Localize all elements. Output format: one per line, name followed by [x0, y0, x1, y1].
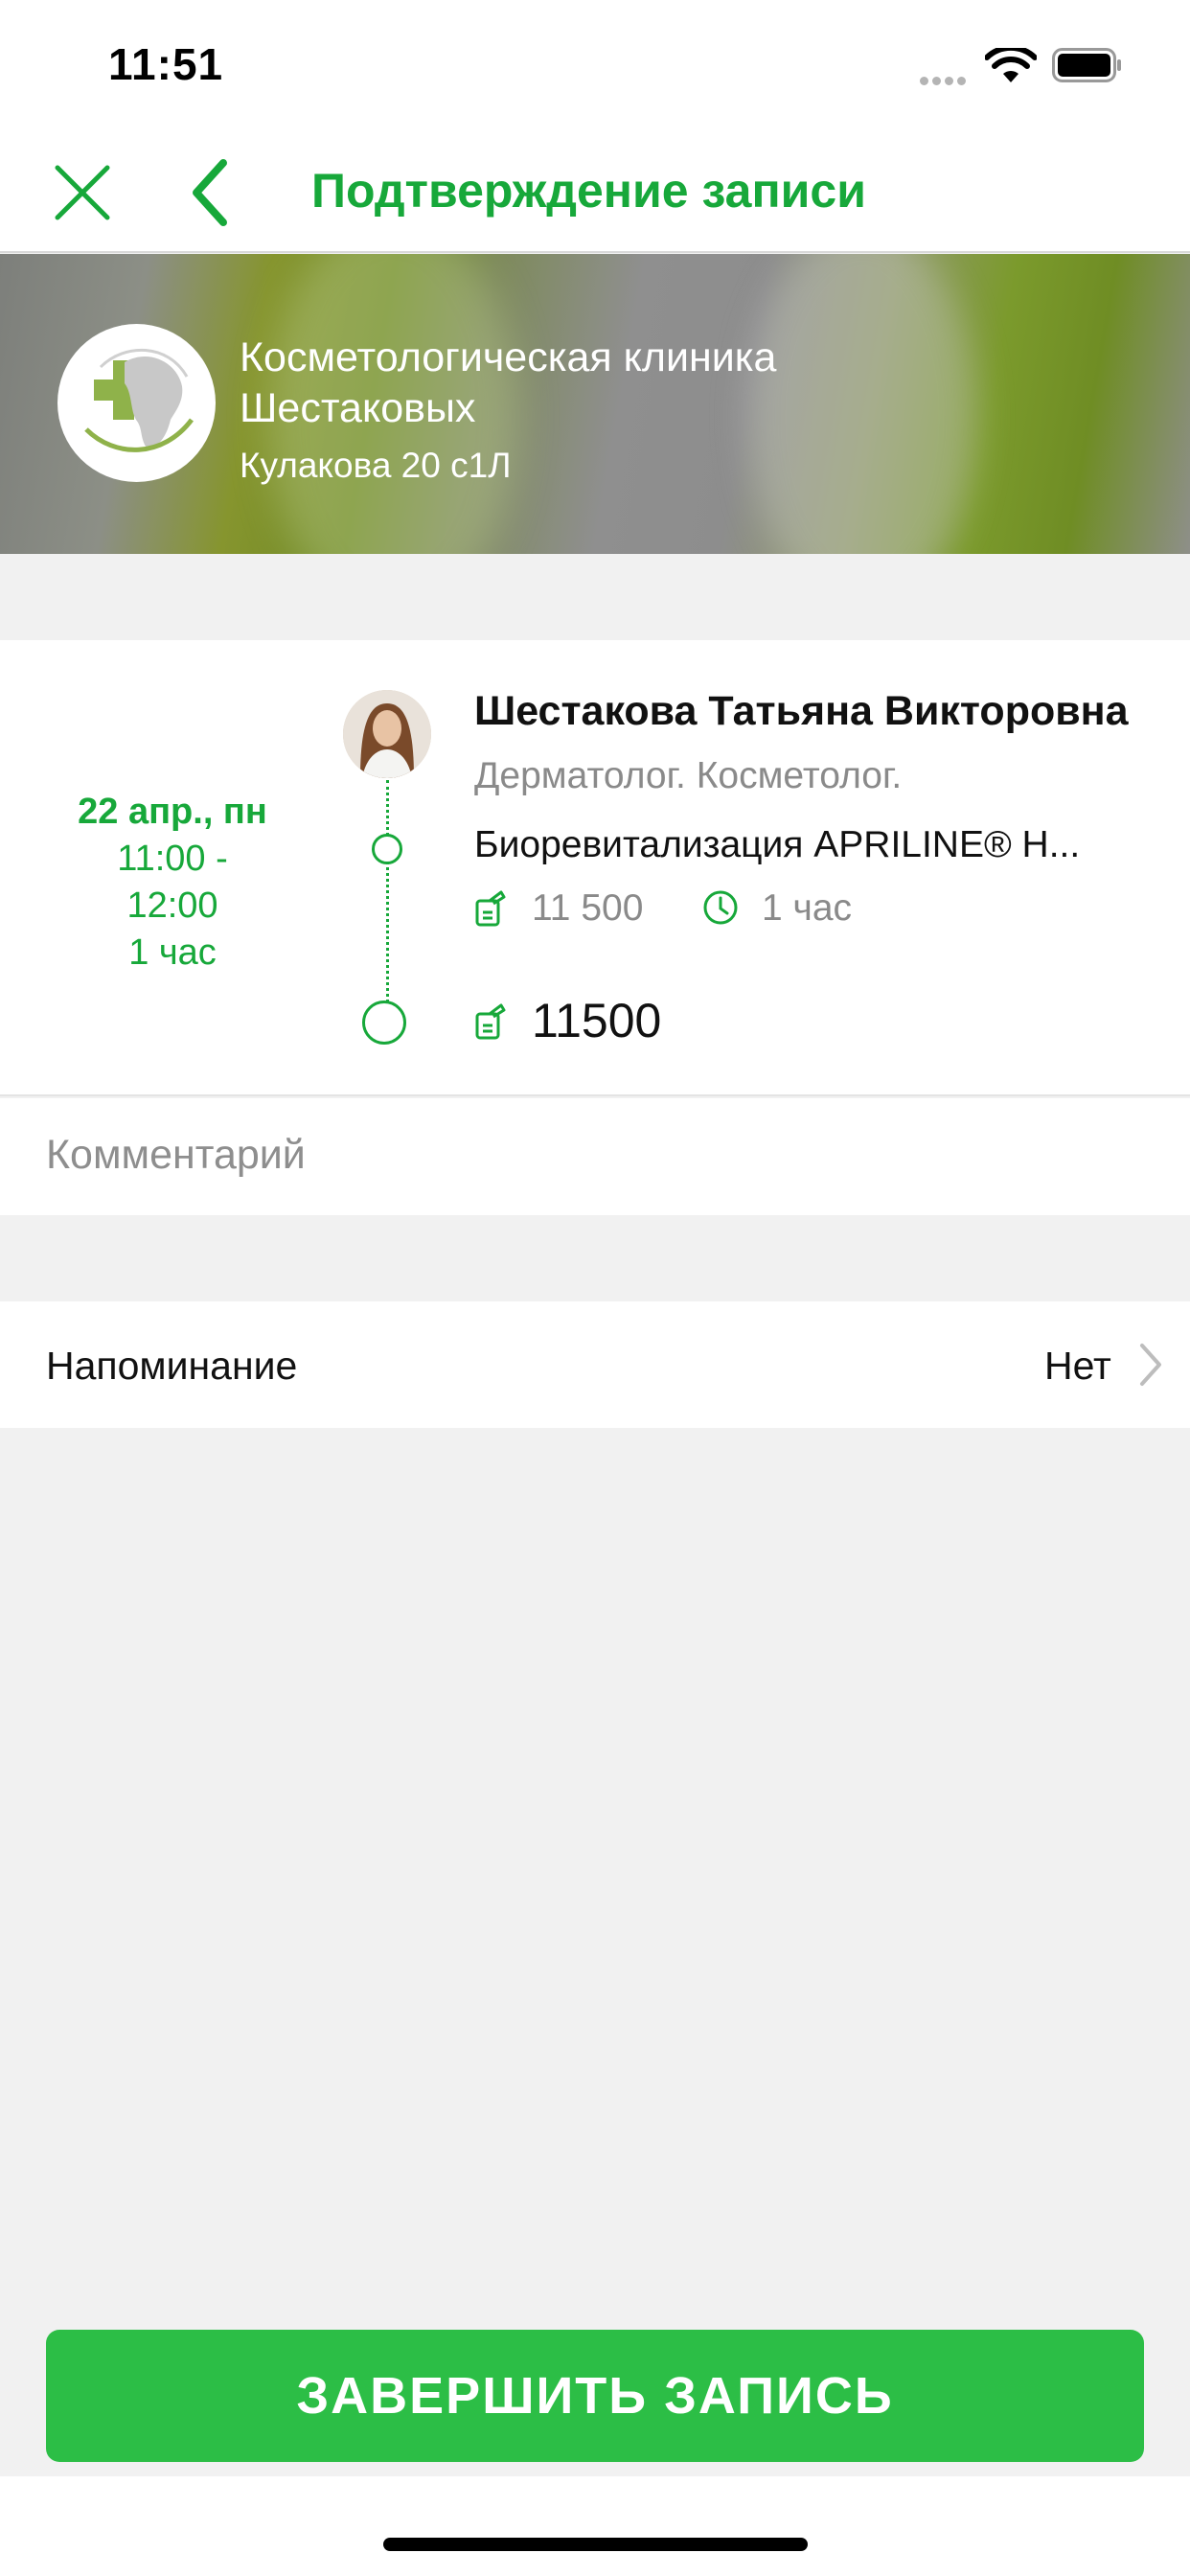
price-tag-icon	[475, 890, 506, 927]
appointment-datetime: 22 апр., пн 11:00 - 12:00 1 час	[19, 789, 326, 977]
appointment-card: 22 апр., пн 11:00 - 12:00 1 час Шестаков…	[0, 640, 1190, 1096]
bottom-safe-area	[0, 2476, 1190, 2576]
appointment-time-range: 11:00 - 12:00	[117, 839, 228, 926]
close-icon[interactable]	[53, 163, 112, 222]
service-price: 11 500	[532, 887, 644, 929]
total-price: 11500	[532, 994, 662, 1047]
timeline-line	[386, 780, 389, 1020]
service-name: Биоревитализация APRILINE® H...	[474, 824, 1081, 865]
finish-booking-button[interactable]: ЗАВЕРШИТЬ ЗАПИСЬ	[46, 2330, 1144, 2462]
doctor-avatar	[343, 690, 431, 778]
reminder-label: Напоминание	[46, 1344, 298, 1388]
battery-icon	[1052, 48, 1121, 82]
chevron-right-icon	[1140, 1344, 1161, 1386]
clinic-banner: Косметологическая клиника Шестаковых Кул…	[0, 254, 1190, 554]
price-tag-icon	[475, 1003, 506, 1040]
appointment-date: 22 апр., пн	[78, 792, 267, 832]
comment-input[interactable]	[46, 1121, 1148, 1188]
clock-icon	[703, 890, 738, 925]
doctor-specialty: Дерматолог. Косметолог.	[474, 755, 903, 796]
appointment-duration: 1 час	[128, 932, 217, 973]
status-time: 11:51	[108, 39, 224, 89]
service-duration: 1 час	[762, 887, 853, 929]
cellular-signal-icon	[920, 73, 970, 90]
comment-row	[0, 1098, 1190, 1215]
wifi-icon	[985, 48, 1037, 82]
clinic-logo	[57, 324, 216, 482]
reminder-row[interactable]: Напоминание Нет	[0, 1301, 1190, 1428]
status-bar: 11:51	[0, 0, 1190, 134]
clinic-address: Кулакова 20 с1Л	[240, 446, 512, 485]
timeline-end-node	[362, 1000, 406, 1045]
navigation-bar: Подтверждение записи	[0, 134, 1190, 253]
clinic-name: Косметологическая клиника Шестаковых	[240, 334, 777, 431]
home-indicator[interactable]	[383, 2538, 808, 2551]
page-title: Подтверждение записи	[311, 164, 866, 218]
back-arrow-icon[interactable]	[185, 157, 237, 228]
doctor-name: Шестакова Татьяна Викторовна	[474, 688, 1129, 734]
timeline-node	[372, 834, 402, 864]
reminder-value: Нет	[1044, 1344, 1111, 1388]
